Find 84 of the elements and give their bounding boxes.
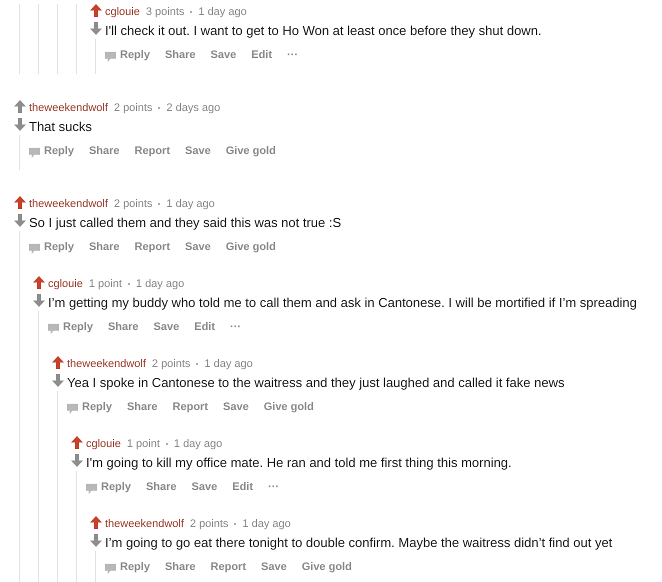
upvote-arrow-icon[interactable] [90, 516, 102, 529]
action-link[interactable]: Share [88, 240, 120, 254]
comment-icon [105, 50, 116, 62]
comment-timestamp: 1 day ago [242, 517, 291, 531]
upvote-arrow-icon[interactable] [70, 436, 82, 449]
comment-score: 2 points [152, 357, 190, 371]
action-link[interactable]: Save [185, 144, 211, 158]
downvote-arrow-icon[interactable] [14, 118, 26, 131]
downvote-arrow-icon[interactable] [70, 454, 82, 467]
action-link[interactable]: Report [172, 400, 208, 414]
action-link[interactable]: Edit [194, 320, 216, 334]
comment-icon [105, 562, 116, 574]
action-link[interactable]: Edit [251, 48, 272, 62]
action-link[interactable]: Give gold [302, 560, 352, 574]
action-link[interactable]: Share [108, 320, 139, 334]
downvote-arrow-icon[interactable] [32, 294, 44, 307]
action-link[interactable]: Save [210, 48, 236, 62]
comment-timestamp: 1 day ago [174, 437, 222, 451]
action-link[interactable]: Share [146, 480, 177, 494]
comment-score: 3 points [146, 5, 184, 19]
comment-score: 2 points [114, 101, 152, 115]
comment-timestamp: 1 day ago [166, 197, 215, 211]
upvote-arrow-icon[interactable] [52, 356, 64, 369]
action-link[interactable]: Reply [44, 144, 74, 158]
action-link[interactable]: Give gold [264, 400, 314, 414]
comment-timestamp: 1 day ago [136, 277, 184, 291]
upvote-arrow-icon[interactable] [32, 276, 44, 289]
username-link[interactable]: theweekendwolf [29, 101, 108, 115]
comment-score: 1 point [88, 277, 122, 291]
action-link[interactable]: Share [126, 400, 158, 414]
username-link[interactable]: theweekendwolf [105, 517, 184, 531]
username-link[interactable]: cglouie [105, 5, 140, 19]
comment-score: 1 point [126, 437, 160, 451]
action-link[interactable]: Save [192, 480, 218, 494]
action-link[interactable]: Reply [63, 320, 93, 334]
comment-score: 2 points [114, 197, 152, 211]
comment-text: I’m getting my buddy who told me to call them and ask in Cantonese. I will be mortified if I’m spreading [48, 294, 638, 311]
action-link[interactable]: ··· [268, 480, 280, 494]
comment-timestamp: 1 day ago [198, 5, 247, 19]
action-link[interactable]: Reply [120, 560, 150, 574]
downvote-arrow-icon[interactable] [90, 534, 102, 547]
action-link[interactable]: ··· [230, 320, 242, 334]
comment-icon [29, 242, 40, 254]
downvote-arrow-icon[interactable] [14, 214, 26, 227]
comment-text: That sucks [29, 118, 93, 135]
downvote-arrow-icon[interactable] [90, 22, 102, 35]
action-link[interactable]: Reply [44, 240, 74, 254]
comment-timestamp: 2 days ago [166, 101, 220, 115]
comment-icon [29, 146, 40, 158]
action-link[interactable]: Save [185, 240, 211, 254]
comment-score: 2 points [190, 517, 228, 531]
comment-icon [48, 322, 59, 334]
action-link[interactable]: Share [164, 48, 196, 62]
comment-icon [67, 402, 78, 414]
downvote-arrow-icon[interactable] [52, 374, 64, 387]
action-link[interactable]: ··· [287, 48, 298, 62]
action-link[interactable]: Save [223, 400, 249, 414]
upvote-arrow-icon[interactable] [14, 100, 26, 113]
action-link[interactable]: Give gold [226, 144, 276, 158]
username-link[interactable]: theweekendwolf [67, 357, 146, 371]
comment-text: So I just called them and they said this was not true :S [29, 214, 342, 231]
action-link[interactable]: Reply [120, 48, 150, 62]
action-link[interactable]: Edit [232, 480, 254, 494]
upvote-arrow-icon[interactable] [90, 4, 102, 17]
comment-text: I'm going to kill my office mate. He ran and told me first thing this morning. [86, 454, 513, 471]
action-link[interactable]: Report [134, 144, 170, 158]
action-link[interactable]: Report [134, 240, 170, 254]
action-link[interactable]: Save [261, 560, 287, 574]
comment-text: I'll check it out. I want to get to Ho Won at least once before they shut down. [105, 22, 543, 39]
action-link[interactable]: Reply [101, 480, 131, 494]
comment-text: I’m going to go eat there tonight to double confirm. Maybe the waitress didn’t find out yet [105, 534, 614, 551]
username-link[interactable]: cglouie [86, 437, 121, 451]
comment-timestamp: 1 day ago [204, 357, 253, 371]
comment-text: Yea I spoke in Cantonese to the waitress and they just laughed and called it fake news [67, 374, 566, 391]
action-link[interactable]: Report [210, 560, 246, 574]
action-link[interactable]: Give gold [226, 240, 276, 254]
action-link[interactable]: Reply [82, 400, 112, 414]
comment-icon [86, 482, 97, 494]
upvote-arrow-icon[interactable] [14, 196, 26, 209]
username-link[interactable]: theweekendwolf [29, 197, 108, 211]
action-link[interactable]: Share [164, 560, 196, 574]
username-link[interactable]: cglouie [48, 277, 83, 291]
action-link[interactable]: Save [154, 320, 180, 334]
action-link[interactable]: Share [88, 144, 120, 158]
